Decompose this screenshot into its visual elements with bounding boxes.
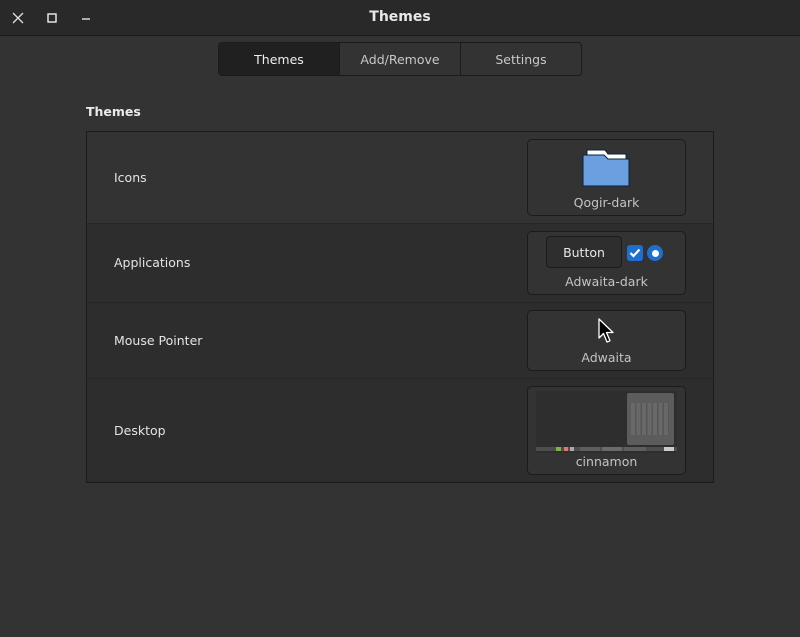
radio-selected-icon (647, 245, 663, 261)
row-label: Mouse Pointer (114, 333, 203, 348)
row-label: Icons (114, 170, 147, 185)
stack-switcher: Themes Add/Remove Settings (218, 42, 582, 76)
desktop-preview-image (536, 391, 677, 453)
applications-theme-value: Adwaita-dark (565, 274, 648, 289)
applications-theme-button[interactable]: Button Adwaita-dark (527, 231, 686, 295)
titlebar: Themes (0, 0, 800, 36)
icons-theme-value: Qogir-dark (573, 195, 640, 210)
row-desktop: Desktop cinnamon (87, 379, 713, 482)
checkbox-checked-icon (627, 245, 643, 261)
desktop-theme-value: cinnamon (575, 454, 638, 469)
pointer-arrow-icon (598, 318, 614, 343)
preview-button: Button (546, 236, 622, 268)
row-applications: Applications Button Adwaita-dark (87, 224, 713, 303)
icons-theme-button[interactable]: Qogir-dark (527, 139, 686, 216)
tab-add-remove[interactable]: Add/Remove (340, 43, 461, 75)
row-icons: Icons Qogir-dark (87, 132, 713, 224)
calendar-preview (627, 393, 674, 445)
theme-list: Icons Qogir-dark Applications Button Adw… (86, 131, 714, 483)
row-label: Applications (114, 255, 191, 270)
folder-icon (582, 149, 630, 187)
taskbar-preview (536, 447, 677, 451)
pointer-theme-button[interactable]: Adwaita (527, 310, 686, 371)
pointer-theme-value: Adwaita (581, 350, 632, 365)
tab-settings[interactable]: Settings (461, 43, 581, 75)
desktop-theme-button[interactable]: cinnamon (527, 386, 686, 475)
window-title: Themes (369, 9, 431, 25)
row-mouse-pointer: Mouse Pointer Adwaita (87, 303, 713, 379)
tab-themes[interactable]: Themes (219, 43, 340, 75)
section-title: Themes (86, 104, 141, 119)
row-label: Desktop (114, 423, 166, 438)
